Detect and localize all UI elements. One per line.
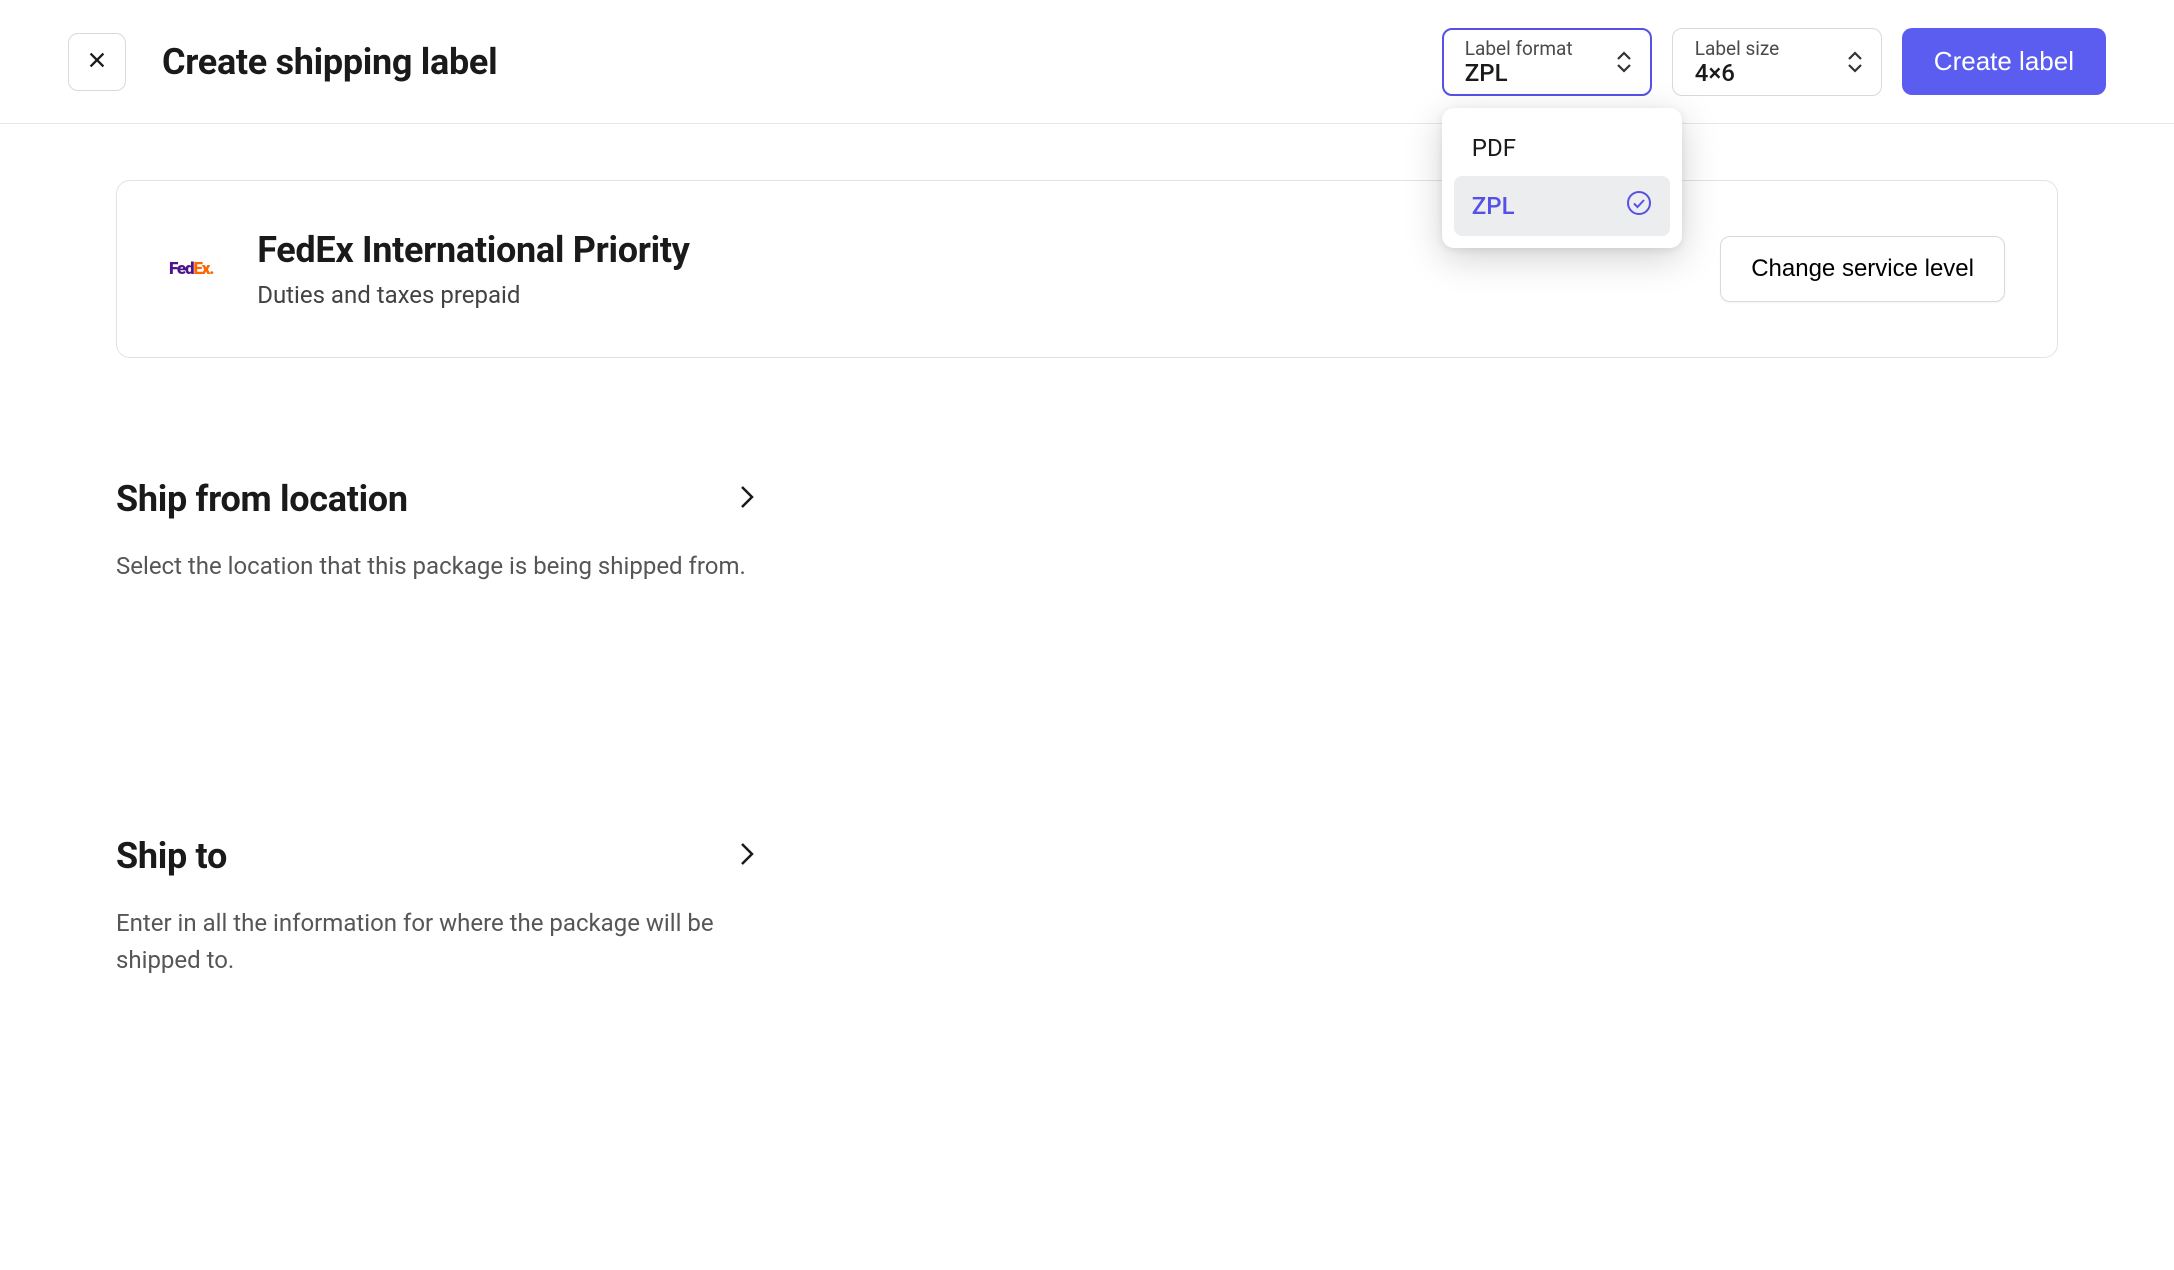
close-button[interactable] xyxy=(68,33,126,91)
ship-from-title: Ship from location xyxy=(116,478,408,520)
content: FedEx. FedEx International Priority Duti… xyxy=(0,124,2174,1036)
updown-icon xyxy=(1616,51,1632,73)
header-right: Label format ZPL PDF ZPL xyxy=(1442,28,2106,96)
label-format-select-wrap: Label format ZPL PDF ZPL xyxy=(1442,28,1652,96)
page-title: Create shipping label xyxy=(162,41,497,83)
label-size-value: 4×6 xyxy=(1695,59,1827,87)
change-service-level-button[interactable]: Change service level xyxy=(1720,236,2005,302)
label-size-select-wrap: Label size 4×6 xyxy=(1672,28,1882,96)
chevron-right-icon xyxy=(738,483,756,515)
header-bar: Create shipping label Label format ZPL P… xyxy=(0,0,2174,124)
ship-from-header[interactable]: Ship from location xyxy=(116,478,756,520)
chevron-right-icon xyxy=(738,840,756,872)
label-format-option-pdf[interactable]: PDF xyxy=(1454,120,1670,176)
ship-from-section: Ship from location Select the location t… xyxy=(116,478,756,585)
service-left: FedEx. FedEx International Priority Duti… xyxy=(169,229,690,309)
ship-to-title: Ship to xyxy=(116,835,227,877)
ship-to-description: Enter in all the information for where t… xyxy=(116,905,756,979)
label-format-dropdown: PDF ZPL xyxy=(1442,108,1682,248)
ship-to-header[interactable]: Ship to xyxy=(116,835,756,877)
label-size-select[interactable]: Label size 4×6 xyxy=(1672,28,1882,96)
label-format-label: Label format xyxy=(1465,37,1597,60)
label-size-label: Label size xyxy=(1695,37,1827,60)
label-format-option-zpl[interactable]: ZPL xyxy=(1454,176,1670,236)
label-format-value: ZPL xyxy=(1465,59,1597,87)
create-label-button[interactable]: Create label xyxy=(1902,28,2106,95)
option-label: PDF xyxy=(1472,134,1516,162)
updown-icon xyxy=(1847,51,1863,73)
service-card: FedEx. FedEx International Priority Duti… xyxy=(116,180,2058,358)
service-text: FedEx International Priority Duties and … xyxy=(257,229,689,309)
service-subtitle: Duties and taxes prepaid xyxy=(257,281,689,309)
header-left: Create shipping label xyxy=(68,33,497,91)
ship-from-description: Select the location that this package is… xyxy=(116,548,756,585)
label-format-select[interactable]: Label format ZPL xyxy=(1442,28,1652,96)
fedex-logo-icon: FedEx. xyxy=(169,261,213,278)
close-icon xyxy=(86,49,108,74)
check-circle-icon xyxy=(1626,190,1652,222)
service-name: FedEx International Priority xyxy=(257,229,689,271)
option-label: ZPL xyxy=(1472,192,1515,220)
ship-to-section: Ship to Enter in all the information for… xyxy=(116,835,756,979)
